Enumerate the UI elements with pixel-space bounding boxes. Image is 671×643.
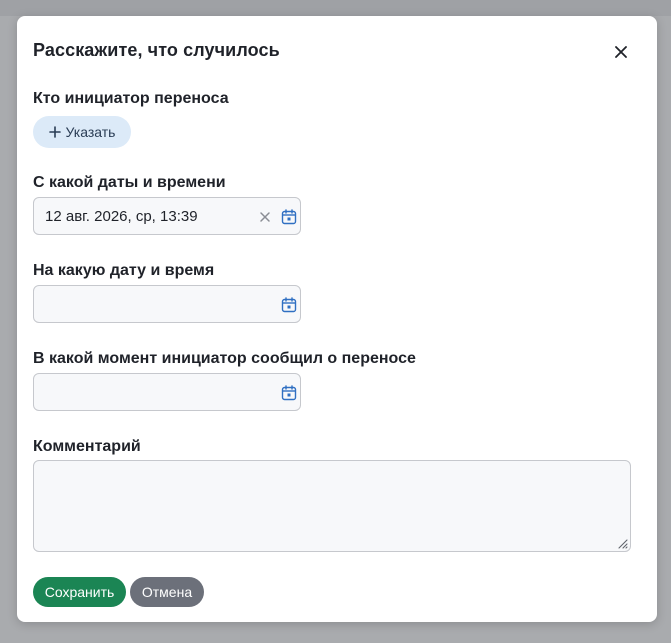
resize-handle-icon[interactable]: [616, 537, 628, 549]
transfer-dialog: Расскажите, что случилось Кто инициатор …: [17, 16, 657, 622]
page-backdrop: [0, 0, 671, 16]
comment-textarea[interactable]: [33, 460, 631, 552]
from-datetime-input[interactable]: 12 авг. 2026, ср, 13:39: [33, 197, 301, 235]
to-datetime-label: На какую дату и время: [33, 262, 215, 279]
add-initiator-label: Указать: [65, 124, 116, 140]
dialog-title: Расскажите, что случилось: [33, 40, 280, 60]
from-datetime-label: С какой даты и времени: [33, 174, 226, 191]
add-initiator-button[interactable]: Указать: [33, 116, 131, 148]
initiator-label: Кто инициатор переноса: [33, 90, 229, 107]
close-icon: [615, 46, 627, 58]
cancel-button[interactable]: Отмена: [130, 577, 204, 607]
calendar-icon[interactable]: [281, 297, 297, 313]
calendar-icon[interactable]: [281, 209, 297, 225]
calendar-icon[interactable]: [281, 385, 297, 401]
notified-datetime-input[interactable]: [33, 373, 301, 411]
from-datetime-value: 12 авг. 2026, ср, 13:39: [45, 208, 198, 225]
notified-datetime-label: В какой момент инициатор сообщил о перен…: [33, 350, 416, 367]
clear-icon[interactable]: [258, 210, 272, 224]
plus-icon: [48, 126, 61, 138]
close-button[interactable]: [607, 40, 635, 64]
save-button[interactable]: Сохранить: [33, 577, 126, 607]
comment-label: Комментарий: [33, 438, 141, 455]
to-datetime-input[interactable]: [33, 285, 301, 323]
